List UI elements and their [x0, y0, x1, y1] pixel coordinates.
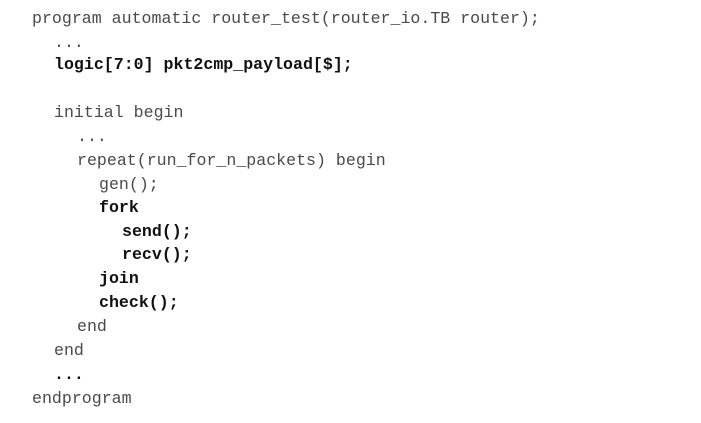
code-line: endprogram — [32, 389, 132, 408]
code-listing: program automatic router_test(router_io.… — [0, 0, 701, 423]
code-line: check(); — [99, 293, 179, 312]
code-line: logic[7:0] pkt2cmp_payload[$]; — [54, 55, 353, 74]
code-line: ... — [54, 365, 84, 384]
code-line: join — [99, 269, 139, 288]
code-line: end — [54, 341, 84, 360]
code-line: send(); — [122, 222, 192, 241]
code-line: ... — [77, 127, 107, 146]
code-line: recv(); — [122, 245, 192, 264]
code-line: ... — [54, 33, 84, 52]
code-line: initial begin — [54, 103, 184, 122]
code-line: fork — [99, 198, 139, 217]
code-line: repeat(run_for_n_packets) begin — [77, 151, 386, 170]
code-line: program automatic router_test(router_io.… — [32, 9, 540, 28]
code-line: gen(); — [99, 175, 159, 194]
code-line: end — [77, 317, 107, 336]
